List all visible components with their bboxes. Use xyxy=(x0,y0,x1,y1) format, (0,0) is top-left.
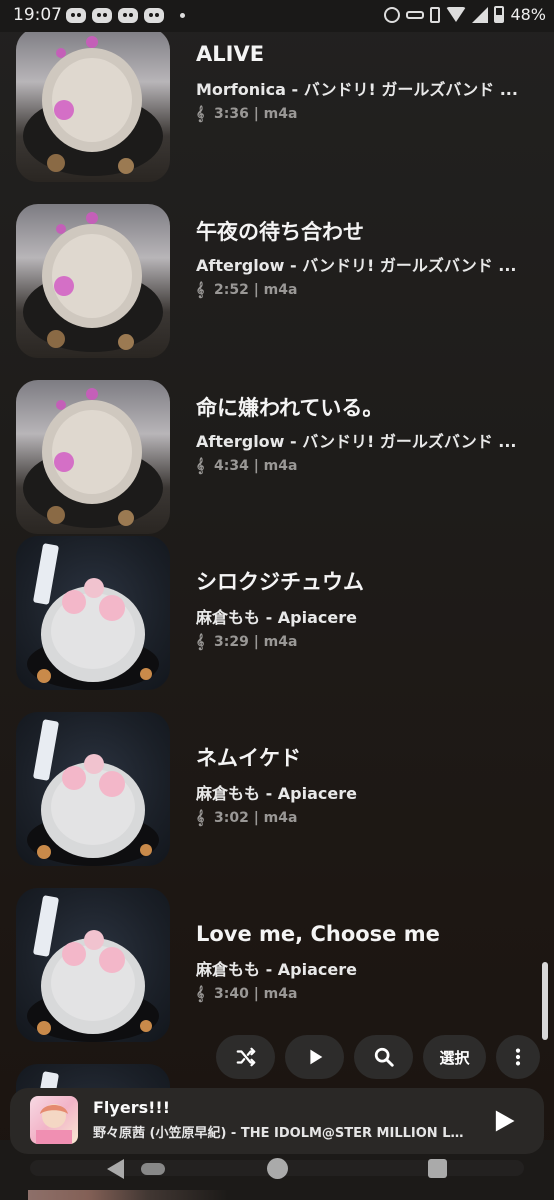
mini-player[interactable]: Flyers!!! 野々原茜 (小笠原早紀) - THE IDOLM@STER … xyxy=(10,1088,544,1154)
more-options-button[interactable] xyxy=(496,1035,540,1079)
song-title: 命に嫌われている。 xyxy=(196,396,384,420)
home-icon[interactable] xyxy=(267,1158,288,1179)
play-all-button[interactable] xyxy=(285,1035,344,1079)
song-item[interactable]: シロクジチュウム 麻倉もも - Apiacere 𝄞 3:29 | m4a xyxy=(0,536,554,712)
song-meta: 3:40 | m4a xyxy=(214,986,298,1002)
nav-pill-icon xyxy=(141,1163,165,1175)
album-art xyxy=(16,888,170,1042)
wifi-icon xyxy=(446,7,467,22)
album-art xyxy=(16,28,170,182)
back-icon[interactable] xyxy=(107,1159,124,1179)
song-title: ALIVE xyxy=(196,42,265,66)
select-button[interactable]: 選択 xyxy=(423,1035,486,1079)
treble-clef-icon: 𝄞 xyxy=(196,282,205,298)
action-bar: 選択 xyxy=(216,1035,540,1079)
now-playing-artist: 野々原茜 (小笠原早紀) - THE IDOLM@STER MILLION LI… xyxy=(93,1126,465,1141)
recents-icon[interactable] xyxy=(428,1159,447,1178)
album-art xyxy=(16,712,170,866)
song-meta: 2:52 | m4a xyxy=(214,282,298,298)
status-time: 19:07 xyxy=(13,5,62,25)
battery-icon xyxy=(494,6,505,23)
list-item-peek xyxy=(28,1190,228,1200)
song-meta: 3:36 | m4a xyxy=(214,106,298,122)
status-bar: 19:07 48% xyxy=(0,0,554,32)
song-meta: 3:29 | m4a xyxy=(214,634,298,650)
album-art xyxy=(16,380,170,534)
treble-clef-icon: 𝄞 xyxy=(196,810,205,826)
song-meta: 3:02 | m4a xyxy=(214,810,298,826)
song-item[interactable]: 命に嫌われている。 Afterglow - バンドリ! ガールズバンド ... … xyxy=(0,380,554,556)
alarm-icon xyxy=(384,6,401,23)
album-art xyxy=(16,204,170,358)
cell-signal-icon xyxy=(472,6,489,23)
search-button[interactable] xyxy=(354,1035,413,1079)
album-art xyxy=(16,536,170,690)
discord-icon xyxy=(92,8,112,23)
song-title: 午夜の待ち合わせ xyxy=(196,220,364,244)
search-icon xyxy=(374,1047,394,1067)
song-item[interactable]: ネムイケド 麻倉もも - Apiacere 𝄞 3:02 | m4a xyxy=(0,712,554,888)
treble-clef-icon: 𝄞 xyxy=(196,634,205,650)
song-title: ネムイケド xyxy=(196,746,301,770)
play-pause-button[interactable] xyxy=(490,1106,518,1136)
shuffle-button[interactable] xyxy=(216,1035,275,1079)
song-meta: 4:34 | m4a xyxy=(214,458,298,474)
now-playing-album-art xyxy=(30,1096,78,1144)
more-notifications-dot-icon xyxy=(180,13,185,18)
song-artist: Morfonica - バンドリ! ガールズバンド ... xyxy=(196,80,518,99)
more-vertical-icon xyxy=(515,1048,521,1066)
song-item[interactable]: 午夜の待ち合わせ Afterglow - バンドリ! ガールズバンド ... 𝄞… xyxy=(0,204,554,380)
scrollbar[interactable] xyxy=(542,962,548,1040)
now-playing-title: Flyers!!! xyxy=(93,1098,170,1117)
song-artist: 麻倉もも - Apiacere xyxy=(196,608,357,627)
song-artist: Afterglow - バンドリ! ガールズバンド ... xyxy=(196,256,517,275)
discord-icon xyxy=(66,8,86,23)
song-artist: Afterglow - バンドリ! ガールズバンド ... xyxy=(196,432,517,451)
battery-percent: 48% xyxy=(510,5,546,24)
discord-icon xyxy=(118,8,138,23)
discord-icon xyxy=(144,8,164,23)
play-icon xyxy=(309,1049,322,1065)
treble-clef-icon: 𝄞 xyxy=(196,106,205,122)
notification-icons xyxy=(66,8,185,23)
vibrate-icon xyxy=(430,6,441,23)
shuffle-icon xyxy=(236,1047,255,1067)
system-icons: 48% xyxy=(384,5,546,24)
song-title: Love me, Choose me xyxy=(196,922,440,946)
song-artist: 麻倉もも - Apiacere xyxy=(196,960,357,979)
song-item[interactable]: ALIVE Morfonica - バンドリ! ガールズバンド ... 𝄞 3:3… xyxy=(0,28,554,204)
song-title: シロクジチュウム xyxy=(196,570,364,594)
treble-clef-icon: 𝄞 xyxy=(196,986,205,1002)
song-artist: 麻倉もも - Apiacere xyxy=(196,784,357,803)
vpn-key-icon xyxy=(406,10,425,19)
treble-clef-icon: 𝄞 xyxy=(196,458,205,474)
